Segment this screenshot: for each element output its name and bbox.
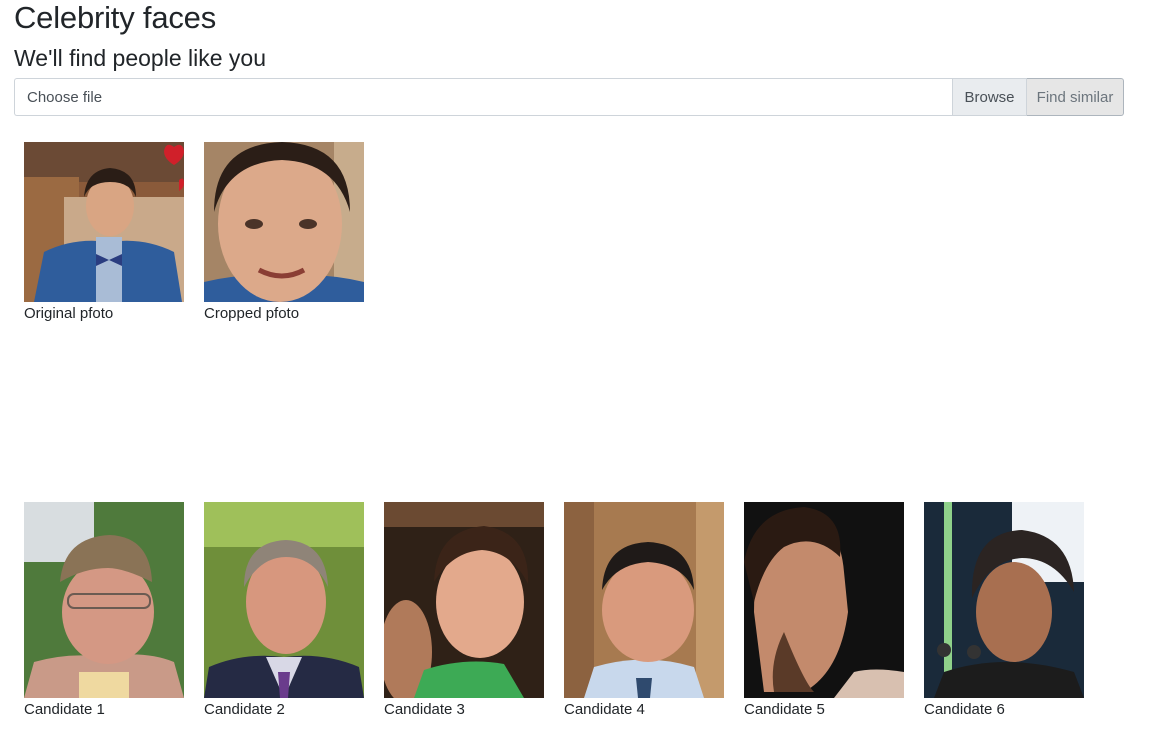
candidate-card: Candidate 4 — [564, 502, 724, 719]
candidate-card: Candidate 6 — [924, 502, 1084, 719]
candidate-caption: Candidate 5 — [744, 701, 825, 718]
candidate-caption: Candidate 4 — [564, 701, 645, 718]
candidate-card: Candidate 1 — [24, 502, 184, 719]
candidate-photo[interactable] — [24, 502, 184, 698]
original-photo — [24, 142, 184, 302]
candidate-caption: Candidate 3 — [384, 701, 465, 718]
file-input-placeholder: Choose file — [27, 88, 103, 106]
candidate-card: Candidate 3 — [384, 502, 544, 719]
candidate-photo[interactable] — [744, 502, 904, 698]
original-photo-caption: Original pfoto — [24, 305, 114, 322]
original-photo-card: Original pfoto — [24, 142, 184, 323]
page-subtitle: We'll find people like you — [14, 45, 267, 71]
upload-group: Choose file Browse Find similar — [14, 78, 1124, 116]
cropped-photo-card: Cropped pfoto — [204, 142, 364, 323]
candidate-card: Candidate 5 — [744, 502, 904, 719]
candidate-caption: Candidate 6 — [924, 701, 1005, 718]
candidate-caption: Candidate 1 — [24, 701, 105, 718]
cropped-photo — [204, 142, 364, 302]
page-title: Celebrity faces — [14, 0, 217, 35]
candidate-photo[interactable] — [384, 502, 544, 698]
candidate-card: Candidate 2 — [204, 502, 364, 719]
cropped-photo-caption: Cropped pfoto — [204, 305, 300, 322]
candidate-caption: Candidate 2 — [204, 701, 285, 718]
file-input[interactable]: Choose file — [14, 78, 952, 116]
candidate-photo[interactable] — [564, 502, 724, 698]
find-similar-button[interactable]: Find similar — [1027, 78, 1124, 116]
browse-button[interactable]: Browse — [952, 78, 1027, 116]
page: Celebrity faces We'll find people like y… — [0, 0, 1167, 733]
candidate-photo[interactable] — [924, 502, 1084, 698]
candidate-photo[interactable] — [204, 502, 364, 698]
